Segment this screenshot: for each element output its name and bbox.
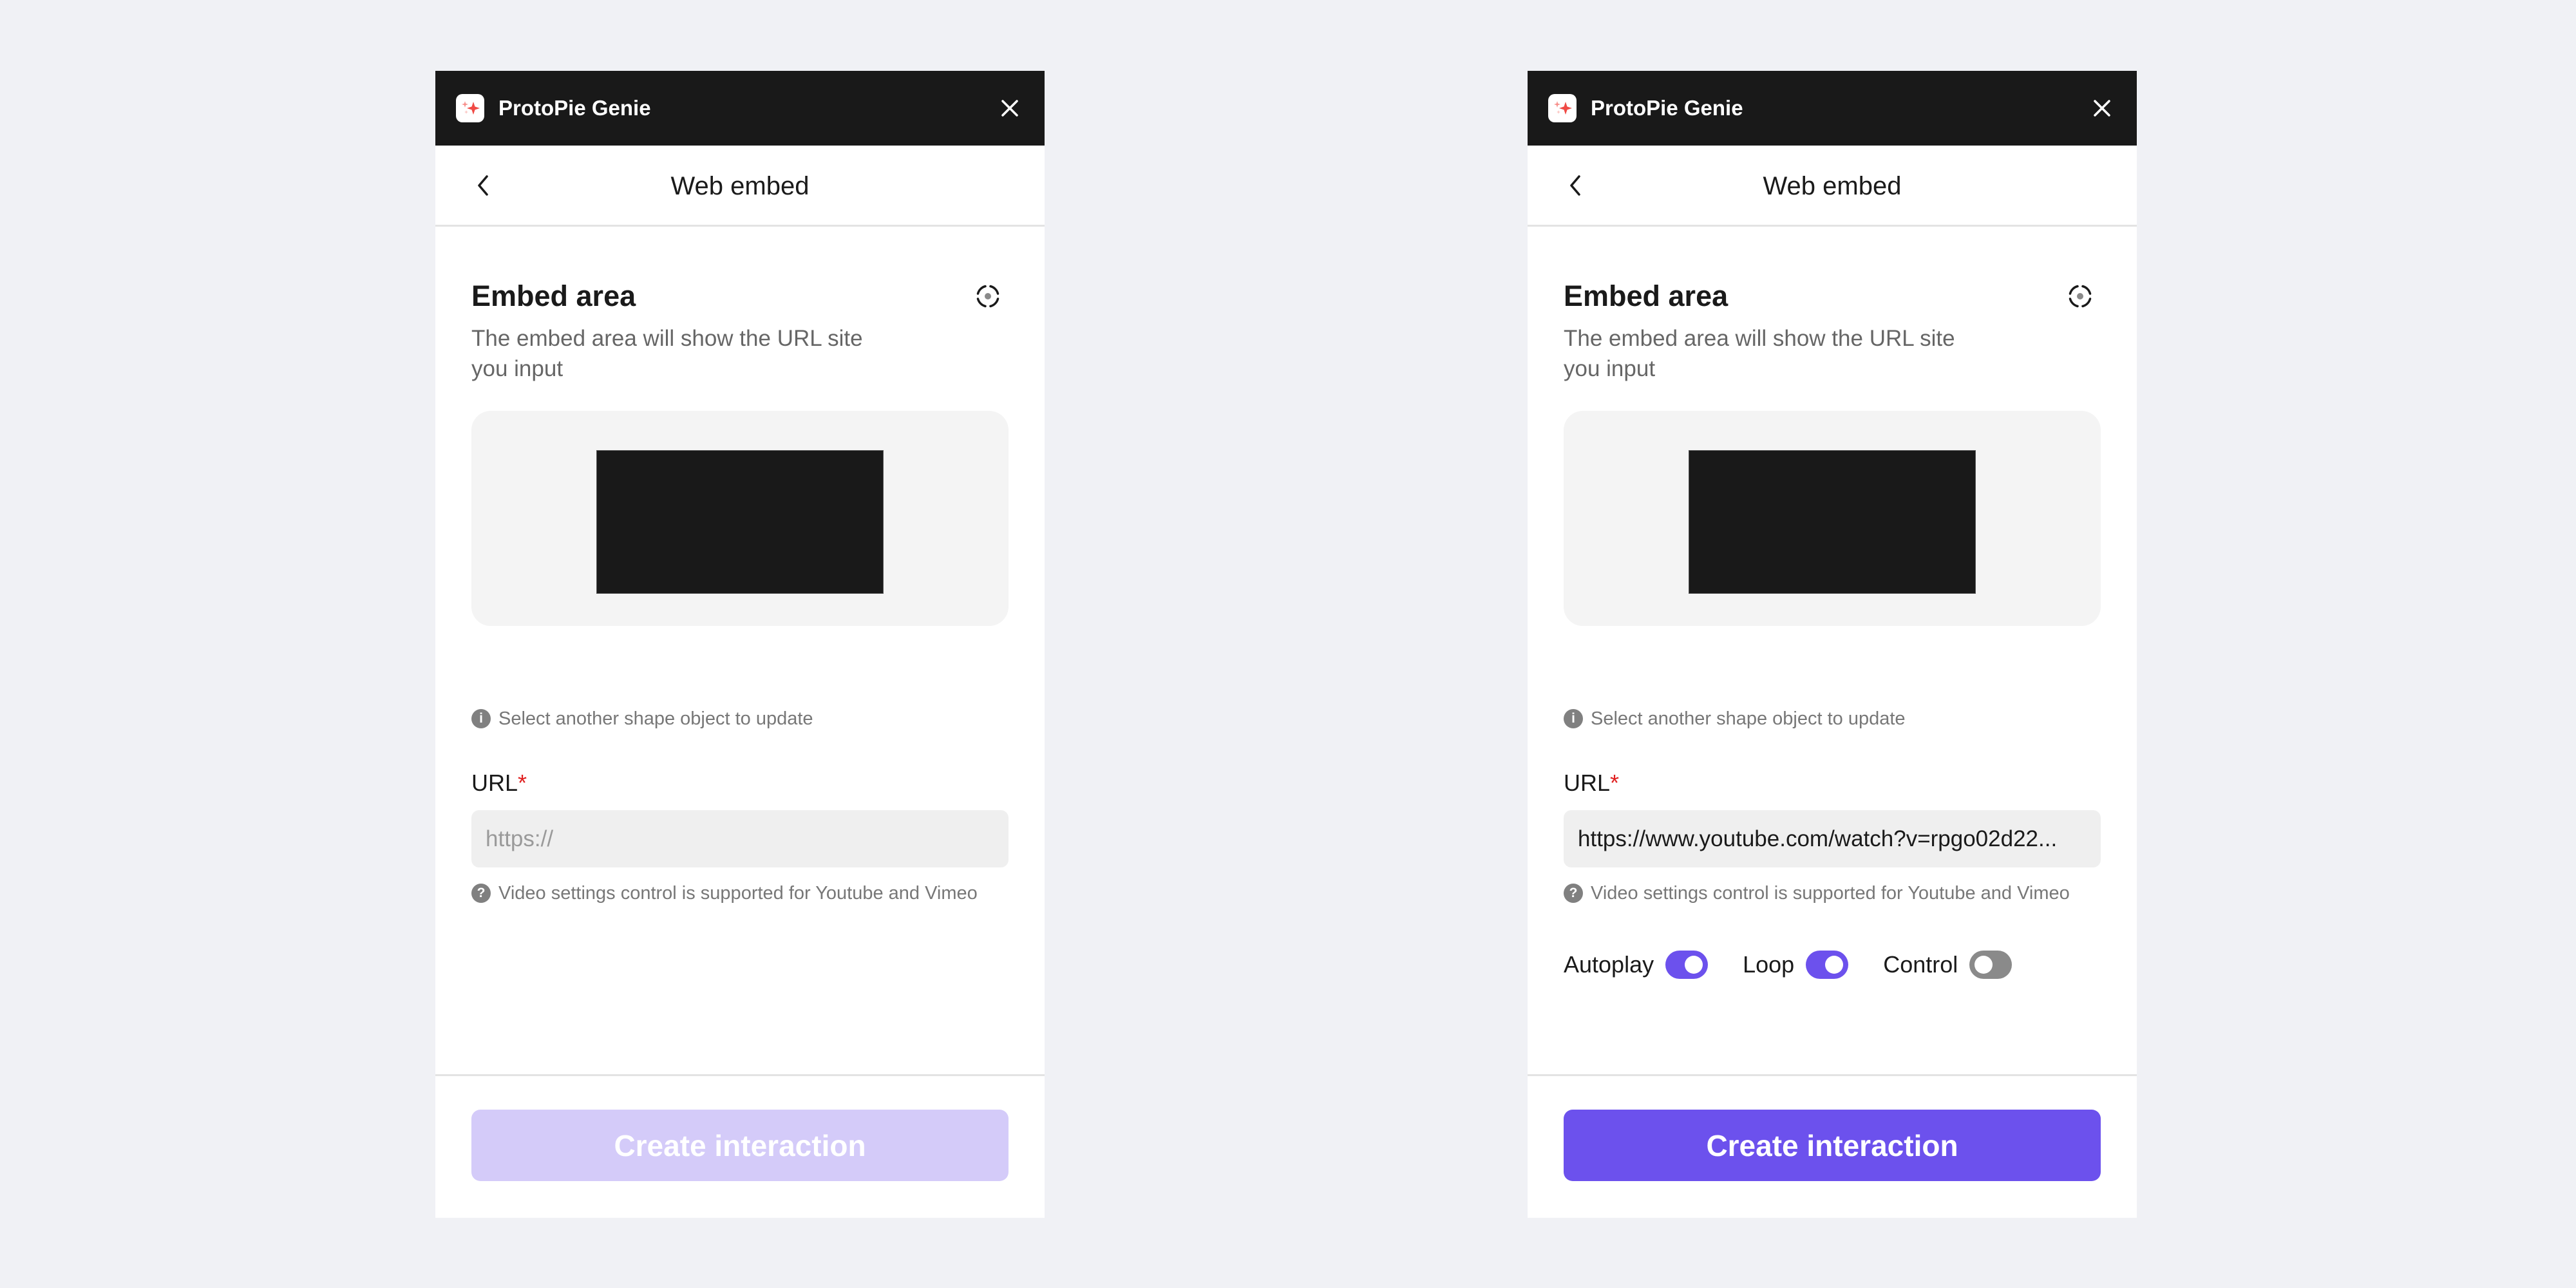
autoplay-setting: Autoplay (1564, 951, 1709, 979)
embed-area-description: The embed area will show the URL site yo… (471, 326, 863, 381)
video-settings-hint: ? Video settings control is supported fo… (1564, 882, 2070, 905)
footer: Create interaction (1528, 1074, 2137, 1218)
url-label-text: URL (471, 770, 518, 796)
sparkle-icon (456, 94, 484, 122)
app-title: ProtoPie Genie (498, 96, 651, 120)
toggle-knob (1975, 956, 1993, 974)
url-label-text: URL (1564, 770, 1611, 796)
video-settings-toggles: Autoplay Loop Control (1564, 948, 2047, 981)
embed-area-title: Embed area (471, 279, 636, 312)
url-label: URL* (471, 769, 527, 797)
footer: Create interaction (435, 1074, 1045, 1218)
page-title: Web embed (670, 172, 810, 200)
page-header: Web embed (1528, 146, 2137, 227)
app-title: ProtoPie Genie (1591, 96, 1743, 120)
close-icon[interactable] (996, 94, 1024, 122)
loop-label: Loop (1743, 951, 1795, 978)
title-bar: ProtoPie Genie (1528, 71, 2137, 146)
web-embed-panel-filled: ProtoPie Genie Web embed Embed area The … (1528, 71, 2137, 1218)
autoplay-label: Autoplay (1564, 951, 1654, 978)
close-icon[interactable] (2088, 94, 2116, 122)
video-settings-hint: ? Video settings control is supported fo… (471, 882, 978, 905)
autoplay-toggle[interactable] (1665, 951, 1709, 979)
web-embed-panel-empty: ProtoPie Genie Web embed Embed area The … (435, 71, 1045, 1218)
control-toggle[interactable] (1969, 951, 2012, 979)
page-header: Web embed (435, 146, 1045, 227)
url-label: URL* (1564, 769, 1619, 797)
shape-hint: i Select another shape object to update (1564, 707, 1906, 730)
embed-preview (471, 411, 1009, 626)
loop-setting: Loop (1743, 951, 1849, 979)
info-icon: i (471, 709, 491, 728)
shape-hint: i Select another shape object to update (471, 707, 813, 730)
title-bar: ProtoPie Genie (435, 71, 1045, 146)
embed-area-title: Embed area (1564, 279, 1728, 312)
embed-area-description: The embed area will show the URL site yo… (1564, 326, 1955, 381)
required-mark: * (518, 770, 527, 796)
question-icon: ? (1564, 884, 1583, 903)
selected-shape-preview (1689, 450, 1976, 594)
shape-hint-text: Select another shape object to update (498, 708, 813, 729)
toggle-knob (1685, 956, 1703, 974)
sparkle-icon (1548, 94, 1577, 122)
target-icon[interactable] (972, 281, 1003, 312)
control-label: Control (1883, 951, 1958, 978)
loop-toggle[interactable] (1806, 951, 1849, 979)
control-setting: Control (1883, 951, 2012, 979)
info-icon: i (1564, 709, 1583, 728)
url-input[interactable]: https://www.youtube.com/watch?v=rpgo02d2… (1564, 810, 2101, 867)
url-input[interactable]: https:// (471, 810, 1009, 867)
video-settings-hint-text: Video settings control is supported for … (1591, 883, 2070, 904)
embed-preview (1564, 411, 2101, 626)
shape-hint-text: Select another shape object to update (1591, 708, 1906, 729)
target-icon[interactable] (2065, 281, 2096, 312)
page-title: Web embed (1763, 172, 1902, 200)
toggle-knob (1825, 956, 1844, 974)
create-interaction-button[interactable]: Create interaction (471, 1110, 1009, 1181)
create-interaction-button[interactable]: Create interaction (1564, 1110, 2101, 1181)
video-settings-hint-text: Video settings control is supported for … (498, 883, 978, 904)
required-mark: * (1610, 770, 1620, 796)
question-icon: ? (471, 884, 491, 903)
selected-shape-preview (596, 450, 884, 594)
